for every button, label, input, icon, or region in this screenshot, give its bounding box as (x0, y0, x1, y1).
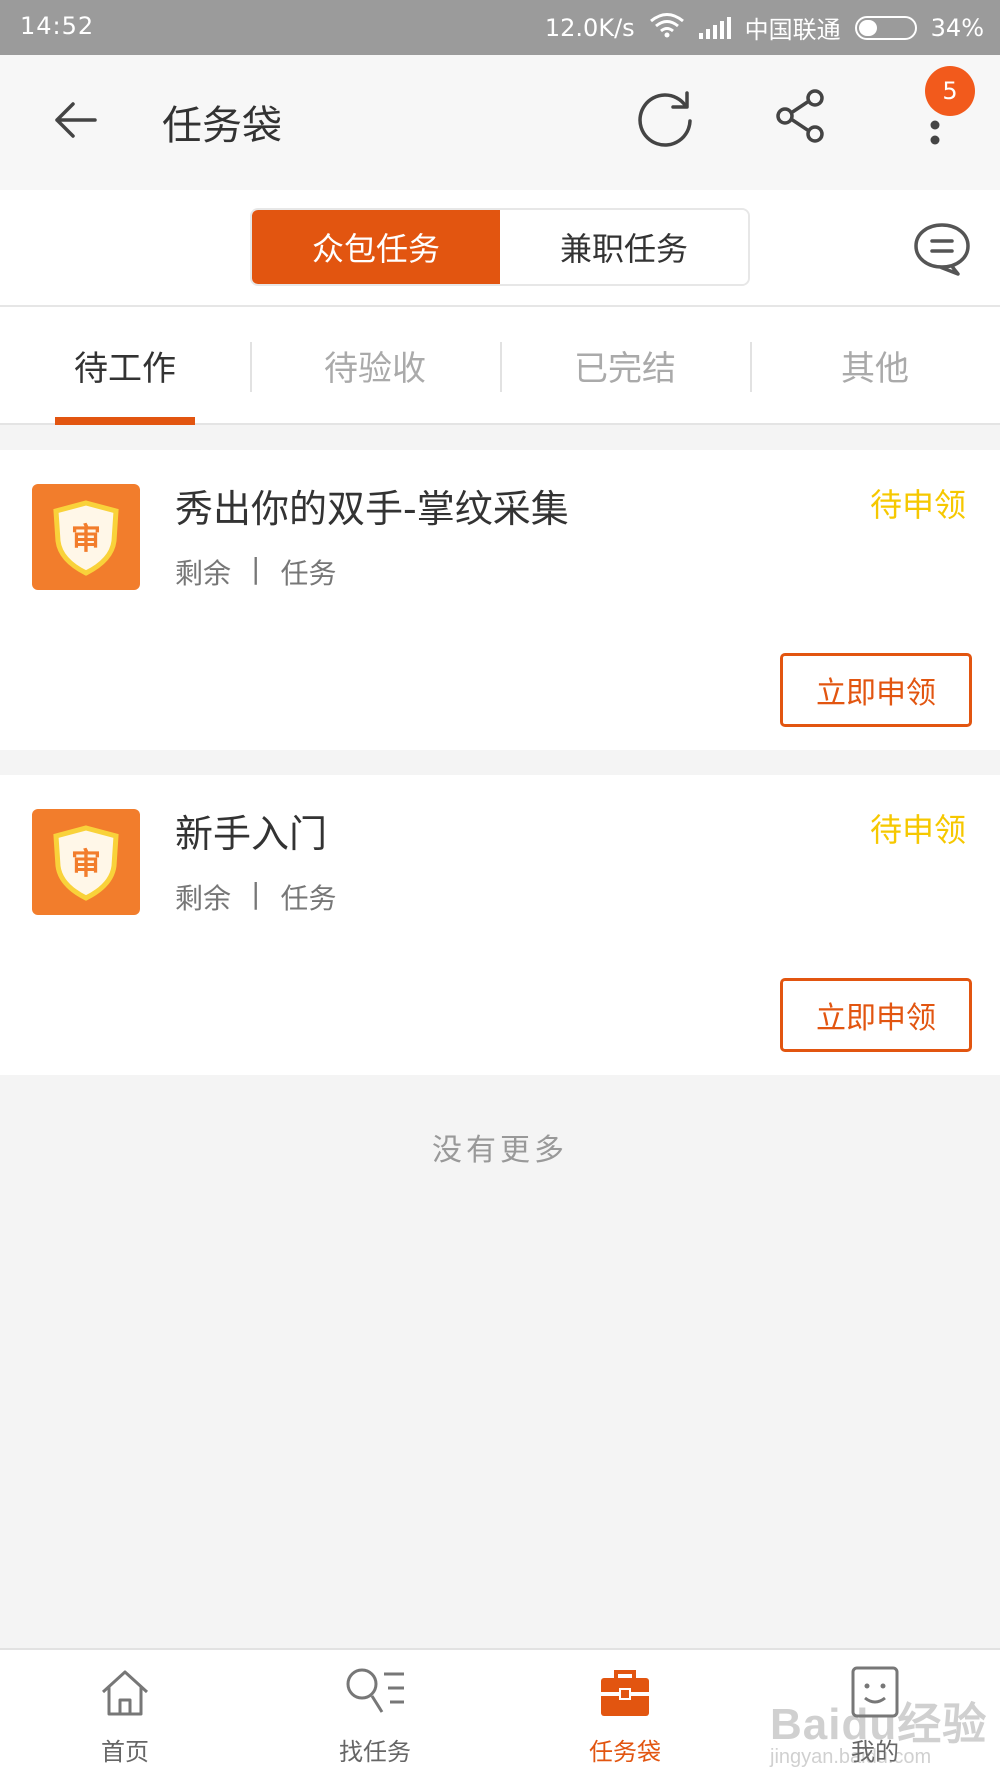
status-tabs: 待工作 待验收 已完结 其他 (0, 307, 1000, 425)
battery-fill (858, 19, 877, 36)
tab-label: 待验收 (324, 348, 426, 389)
tab-to-accept[interactable]: 待验收 (250, 307, 500, 423)
baidu-watermark: Baidu经验 jingyan.baidu.com (770, 1688, 987, 1769)
apply-button[interactable]: 立即申领 (780, 978, 972, 1052)
carrier-name: 中国联通 (744, 16, 841, 44)
tab-label: 其他 (841, 348, 909, 389)
status-time: 14:52 (20, 12, 95, 40)
nav-task-bag[interactable]: 任务袋 (500, 1650, 750, 1778)
battery-icon (854, 15, 917, 40)
status-right: 12.0K/s 中国联通 34% (545, 10, 984, 45)
task-shield-icon: 审 (32, 809, 140, 915)
task-meta-separator: | (251, 877, 261, 910)
app-bar: 任务袋 (0, 55, 1000, 190)
task-meta: 剩余 | 任务 (175, 552, 336, 592)
wifi-icon (649, 12, 685, 44)
task-title: 秀出你的双手-掌纹采集 (175, 487, 569, 531)
back-arrow-icon[interactable] (45, 90, 105, 150)
task-card[interactable]: 审 秀出你的双手-掌纹采集 剩余 | 任务 待申领 立即申领 (0, 450, 1000, 750)
task-type-segment: 众包任务 兼职任务 (250, 208, 750, 286)
home-icon (97, 1664, 153, 1724)
task-unit-label: 任务 (280, 557, 337, 590)
task-title: 新手入门 (175, 812, 328, 856)
chat-bubble-icon[interactable] (910, 218, 974, 278)
nav-label: 首页 (101, 1738, 149, 1766)
list-end-text: 没有更多 (432, 1133, 568, 1168)
share-icon[interactable] (768, 83, 834, 149)
apply-button[interactable]: 立即申领 (780, 653, 972, 727)
segment-area: 众包任务 兼职任务 (0, 190, 1000, 307)
task-unit-label: 任务 (280, 882, 337, 915)
nav-label: 找任务 (339, 1738, 411, 1766)
segment-parttime[interactable]: 兼职任务 (500, 210, 748, 284)
briefcase-icon (597, 1664, 653, 1724)
network-speed: 12.0K/s (544, 13, 635, 42)
battery-percent: 34% (930, 13, 984, 42)
cell-signal-icon (698, 16, 731, 39)
notification-badge: 5 (925, 66, 975, 116)
task-remain-label: 剩余 (175, 882, 232, 915)
search-list-icon (342, 1664, 408, 1724)
task-meta-separator: | (251, 552, 261, 585)
segment-crowdsource[interactable]: 众包任务 (252, 210, 500, 284)
task-icon-glyph: 审 (71, 847, 101, 882)
tab-other[interactable]: 其他 (750, 307, 1000, 423)
status-bar: 14:52 12.0K/s 中国联通 34% (0, 0, 1000, 55)
task-shield-icon: 审 (32, 484, 140, 590)
tab-label: 待工作 (74, 348, 176, 389)
task-icon-glyph: 审 (71, 522, 101, 557)
watermark-brand: Baidu经验 (770, 1700, 988, 1749)
task-card[interactable]: 审 新手入门 剩余 | 任务 待申领 立即申领 (0, 775, 1000, 1075)
task-remain-label: 剩余 (175, 557, 232, 590)
task-meta: 剩余 | 任务 (175, 877, 336, 917)
nav-find-task[interactable]: 找任务 (250, 1650, 500, 1778)
task-status: 待申领 (869, 811, 966, 849)
nav-home[interactable]: 首页 (0, 1650, 250, 1778)
tab-label: 已完结 (574, 348, 676, 389)
nav-label: 任务袋 (589, 1738, 661, 1766)
tab-finished[interactable]: 已完结 (500, 307, 750, 423)
tab-to-work[interactable]: 待工作 (0, 307, 250, 425)
page-title: 任务袋 (162, 103, 282, 149)
task-status: 待申领 (869, 486, 966, 524)
refresh-icon[interactable] (633, 85, 699, 151)
tab-active-indicator (55, 417, 195, 425)
